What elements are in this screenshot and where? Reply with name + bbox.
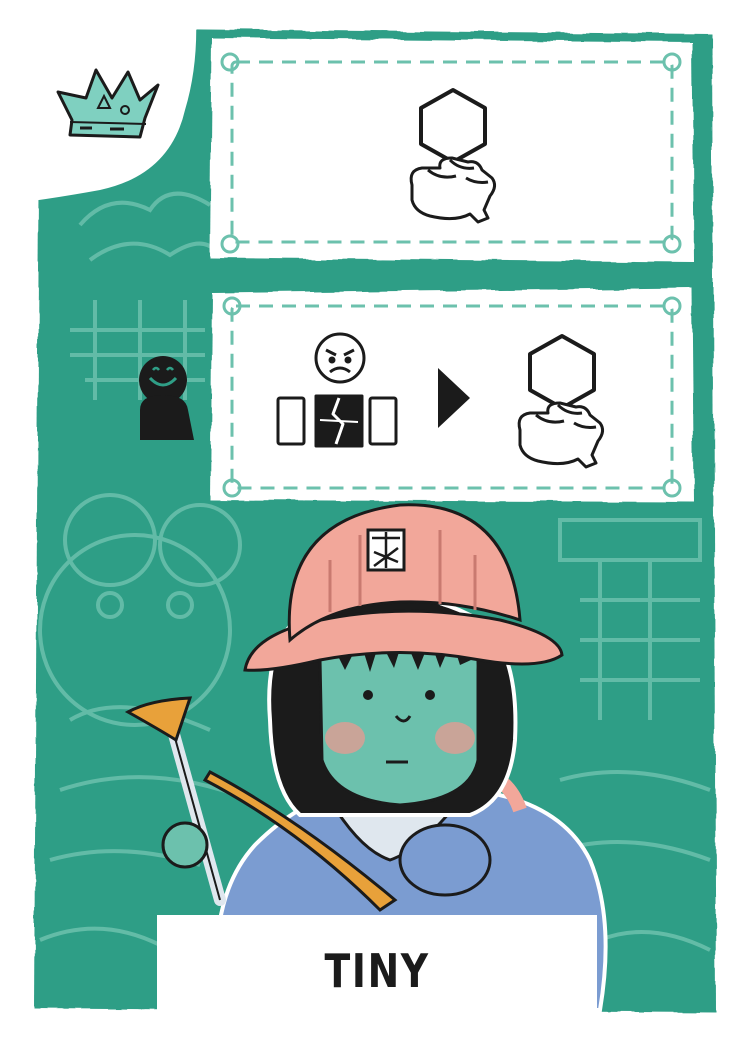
card-name: TINY (324, 944, 430, 998)
name-plate: TINY (157, 915, 597, 1023)
broken-cards-icon (276, 394, 398, 448)
card-artwork (0, 0, 716, 1012)
open-hand-icon (409, 156, 497, 224)
angry-face-icon (314, 332, 366, 384)
character-card[interactable]: TINY (0, 0, 750, 1050)
open-hand-icon (517, 401, 605, 469)
effect-panel-top (210, 38, 694, 262)
